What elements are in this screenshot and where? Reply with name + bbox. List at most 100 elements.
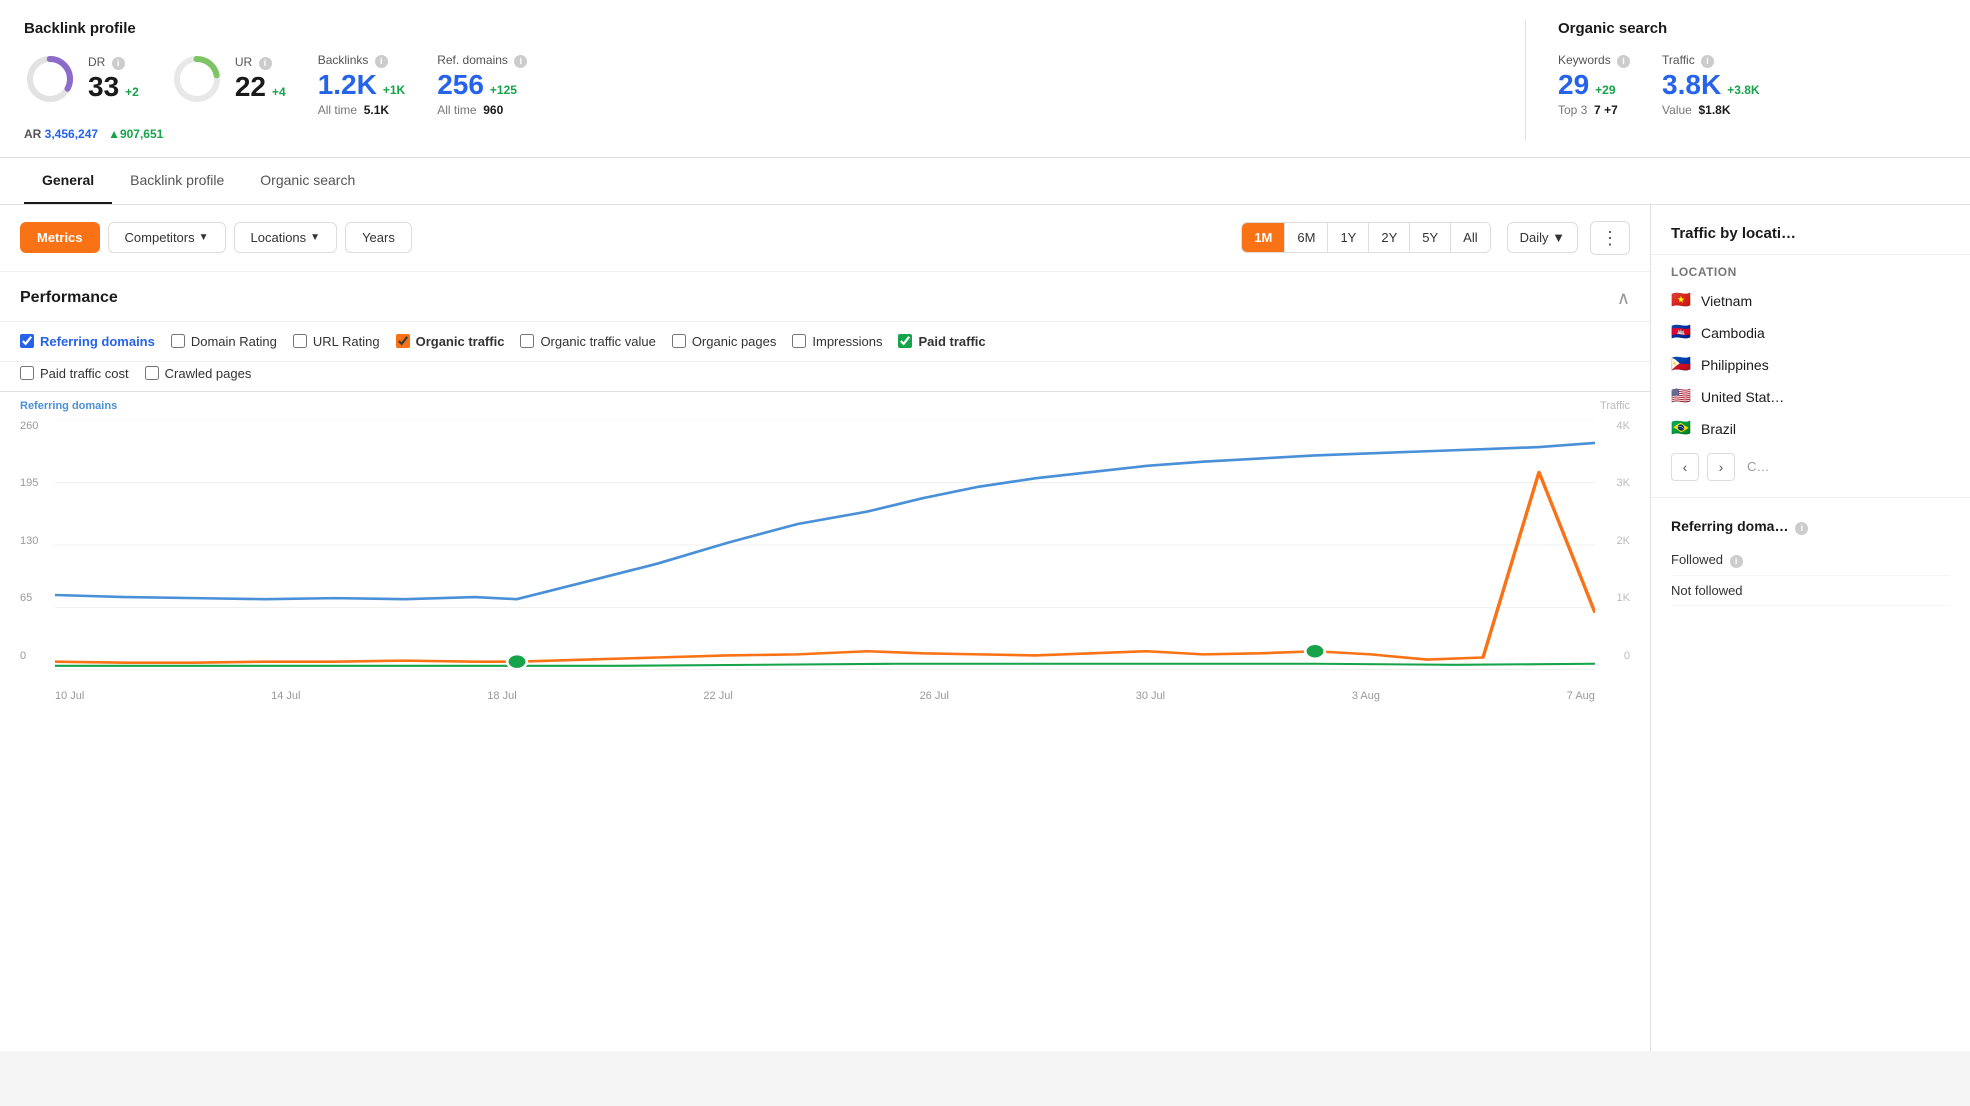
checkbox-referring-domains[interactable]: Referring domains (20, 334, 155, 349)
daily-button[interactable]: Daily ▼ (1507, 222, 1578, 253)
competitors-button[interactable]: Competitors ▼ (108, 222, 226, 253)
checkbox-url-rating[interactable]: URL Rating (293, 334, 380, 349)
dr-donut-chart (24, 53, 76, 105)
keywords-label: Keywords i (1558, 53, 1630, 68)
dr-label: DR i (88, 55, 139, 70)
ar-value: 3,456,247 (45, 127, 98, 141)
ref-domains-panel-info-icon[interactable]: i (1795, 522, 1808, 535)
collapse-button[interactable]: ∧ (1617, 288, 1630, 309)
flag-cambodia: 🇰🇭 (1671, 326, 1691, 340)
location-name-vietnam: Vietnam (1701, 293, 1752, 309)
ref-domains-delta: +125 (490, 83, 517, 97)
location-item-philippines[interactable]: 🇵🇭 Philippines (1651, 349, 1970, 381)
panel-divider (1651, 497, 1970, 498)
toolbar: Metrics Competitors ▼ Locations ▼ Years … (0, 205, 1650, 272)
followed-info-icon[interactable]: i (1730, 555, 1743, 568)
ur-delta: +4 (272, 85, 286, 99)
location-item-vietnam[interactable]: 🇻🇳 Vietnam (1651, 285, 1970, 317)
chart-wrapper: Referring domains Traffic 260 195 130 65… (0, 392, 1650, 702)
ref-domains-metric: Ref. domains i 256 +125 All time 960 (437, 53, 527, 117)
prev-page-button[interactable]: ‹ (1671, 453, 1699, 481)
time-2y-button[interactable]: 2Y (1369, 223, 1410, 252)
ref-domains-panel-title: Referring doma… i (1671, 518, 1950, 535)
ur-metric: UR i 22 +4 (171, 53, 286, 105)
left-axis-label: Referring domains (20, 400, 117, 412)
checkbox-organic-pages[interactable]: Organic pages (672, 334, 777, 349)
left-y-axis: 260 195 130 65 0 (20, 420, 38, 662)
ref-domains-alltime: All time 960 (437, 103, 503, 117)
dr-metric: DR i 33 +2 (24, 53, 139, 105)
dr-value: 33 (88, 72, 119, 103)
ref-domain-not-followed[interactable]: Not followed (1671, 576, 1950, 606)
ref-domain-followed[interactable]: Followed i (1671, 545, 1950, 576)
traffic-metric: Traffic i 3.8K +3.8K Value $1.8K (1662, 53, 1760, 117)
checkbox-paid-traffic-cost[interactable]: Paid traffic cost (20, 366, 129, 381)
checkbox-organic-traffic[interactable]: Organic traffic (396, 334, 505, 349)
location-name-brazil: Brazil (1701, 421, 1736, 437)
time-buttons-group: 1M 6M 1Y 2Y 5Y All (1241, 222, 1490, 253)
time-1y-button[interactable]: 1Y (1328, 223, 1369, 252)
location-name-usa: United Stat… (1701, 389, 1784, 405)
location-item-cambodia[interactable]: 🇰🇭 Cambodia (1651, 317, 1970, 349)
backlinks-delta: +1K (383, 83, 405, 97)
keywords-top3: Top 3 7 +7 (1558, 103, 1618, 117)
location-name-cambodia: Cambodia (1701, 325, 1765, 341)
backlinks-info-icon[interactable]: i (375, 55, 388, 68)
time-all-button[interactable]: All (1451, 223, 1489, 252)
right-axis-label: Traffic (1600, 400, 1630, 412)
time-1m-button[interactable]: 1M (1242, 223, 1285, 252)
backlink-profile-title: Backlink profile (24, 20, 1493, 37)
keywords-value: 29 (1558, 70, 1589, 101)
metrics-button[interactable]: Metrics (20, 222, 100, 253)
backlinks-alltime: All time 5.1K (318, 103, 389, 117)
checkbox-impressions[interactable]: Impressions (792, 334, 882, 349)
checkbox-domain-rating[interactable]: Domain Rating (171, 334, 277, 349)
right-y-axis: 4K 3K 2K 1K 0 (1617, 420, 1630, 662)
traffic-info-icon[interactable]: i (1701, 55, 1714, 68)
chart-area: Metrics Competitors ▼ Locations ▼ Years … (0, 205, 1650, 1051)
chart-dot-1 (507, 654, 527, 669)
ref-domains-info-icon[interactable]: i (514, 55, 527, 68)
backlink-metrics-row: DR i 33 +2 (24, 53, 1493, 117)
checkbox-paid-traffic[interactable]: Paid traffic (898, 334, 985, 349)
pagination-row: ‹ › C… (1651, 445, 1970, 489)
flag-philippines: 🇵🇭 (1671, 358, 1691, 372)
tab-general[interactable]: General (24, 158, 112, 204)
flag-vietnam: 🇻🇳 (1671, 294, 1691, 308)
tab-organic-search[interactable]: Organic search (242, 158, 373, 204)
checkboxes-row-2: Paid traffic cost Crawled pages (0, 362, 1650, 392)
keywords-info-icon[interactable]: i (1617, 55, 1630, 68)
next-page-button[interactable]: › (1707, 453, 1735, 481)
performance-header: Performance ∧ (0, 272, 1650, 322)
location-item-brazil[interactable]: 🇧🇷 Brazil (1651, 413, 1970, 445)
tab-backlink-profile[interactable]: Backlink profile (112, 158, 242, 204)
checkbox-organic-traffic-value[interactable]: Organic traffic value (520, 334, 655, 349)
top-panel: Backlink profile DR i (0, 0, 1970, 158)
ref-domains-section: Referring doma… i Followed i Not followe… (1651, 506, 1970, 618)
dr-info-icon[interactable]: i (112, 57, 125, 70)
x-axis-labels: 10 Jul 14 Jul 18 Jul 22 Jul 26 Jul 30 Ju… (55, 690, 1595, 702)
right-panel-title: Traffic by locati… (1651, 205, 1970, 255)
time-5y-button[interactable]: 5Y (1410, 223, 1451, 252)
keywords-metric: Keywords i 29 +29 Top 3 7 +7 (1558, 53, 1630, 117)
ur-value: 22 (235, 72, 266, 103)
ur-info-icon[interactable]: i (259, 57, 272, 70)
years-button[interactable]: Years (345, 222, 412, 253)
checkbox-crawled-pages[interactable]: Crawled pages (145, 366, 252, 381)
performance-title: Performance (20, 289, 118, 307)
backlinks-label: Backlinks i (318, 53, 388, 68)
traffic-label: Traffic i (1662, 53, 1714, 68)
right-panel: Traffic by locati… Location 🇻🇳 Vietnam 🇰… (1650, 205, 1970, 1051)
locations-button[interactable]: Locations ▼ (234, 222, 338, 253)
backlink-section: Backlink profile DR i (24, 20, 1526, 141)
ur-donut-chart (171, 53, 223, 105)
flag-brazil: 🇧🇷 (1671, 422, 1691, 436)
checkboxes-row: Referring domains Domain Rating URL Rati… (0, 322, 1650, 362)
more-options-button[interactable]: ⋮ (1590, 221, 1630, 255)
not-followed-label: Not followed (1671, 583, 1743, 598)
time-6m-button[interactable]: 6M (1285, 223, 1328, 252)
location-item-usa[interactable]: 🇺🇸 United Stat… (1651, 381, 1970, 413)
chart-svg (55, 420, 1595, 670)
location-name-philippines: Philippines (1701, 357, 1769, 373)
main-content: Metrics Competitors ▼ Locations ▼ Years … (0, 205, 1970, 1051)
